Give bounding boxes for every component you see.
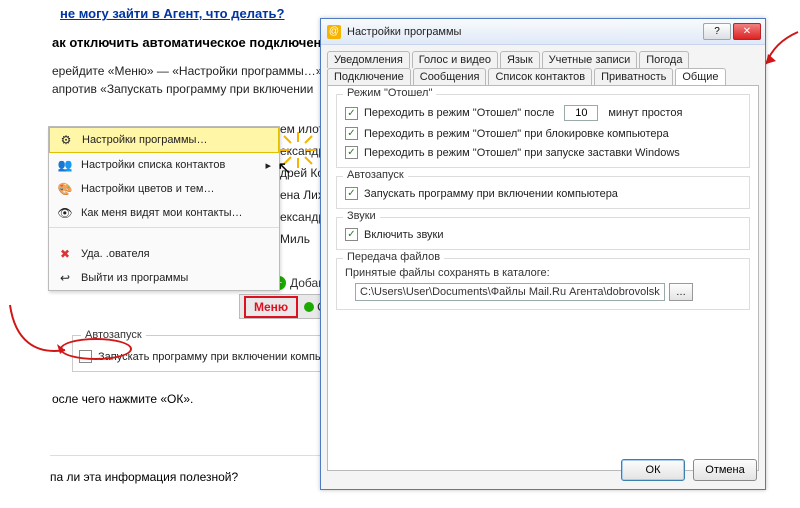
checkbox-label-suffix: минут простоя	[608, 107, 682, 119]
status-dot-icon	[304, 302, 314, 312]
menu-item-settings[interactable]: ⚙ Настройки программы…	[49, 127, 279, 153]
menu-item-label: Выйти из программы	[81, 272, 188, 284]
eye-icon: 👁	[57, 205, 73, 221]
annotation-arrow	[5, 300, 95, 370]
menu-item-exit[interactable]: ↩ Выйти из программы	[49, 266, 279, 290]
fieldset-title: Передача файлов	[343, 251, 444, 263]
cursor-icon: ↖	[277, 158, 292, 179]
checkbox-checked[interactable]: ✓	[345, 187, 358, 200]
tab-notifications[interactable]: Уведомления	[327, 51, 410, 68]
checkbox-checked[interactable]: ✓	[345, 107, 358, 120]
instruction-text: осле чего нажмите «ОК».	[52, 392, 193, 406]
fieldset-title: Автозапуск	[343, 169, 408, 181]
tab-privacy[interactable]: Приватность	[594, 68, 673, 85]
checkbox-label: Переходить в режим "Отошел" после	[364, 107, 554, 119]
dialog-titlebar[interactable]: @ Настройки программы ? ✕	[321, 19, 765, 45]
dialog-title: Настройки программы	[347, 26, 697, 38]
tab-weather[interactable]: Погода	[639, 51, 689, 68]
tab-messages[interactable]: Сообщения	[413, 68, 487, 85]
people-icon: 👥	[57, 157, 73, 173]
menu-item-label: Как меня видят мои контакты…	[81, 207, 243, 219]
tab-general[interactable]: Общие	[675, 68, 725, 85]
browse-button[interactable]: …	[669, 283, 693, 301]
tab-accounts[interactable]: Учетные записи	[542, 51, 638, 68]
annotation-arrow	[764, 30, 800, 70]
palette-icon: 🎨	[57, 181, 73, 197]
tab-panel-general: Режим "Отошел" ✓ Переходить в режим "Ото…	[327, 85, 759, 471]
checkbox-label: Переходить в режим "Отошел" при запуске …	[364, 147, 680, 159]
tab-language[interactable]: Язык	[500, 51, 540, 68]
fieldset-autorun: Автозапуск ✓ Запускать программу при вкл…	[336, 176, 750, 209]
delete-icon: ✖	[57, 246, 73, 262]
files-path-label: Принятые файлы сохранять в каталоге:	[345, 267, 741, 279]
files-path-input[interactable]	[355, 283, 665, 301]
tab-connection[interactable]: Подключение	[327, 68, 411, 85]
checkbox-label: Запускать программу при включении компь	[98, 351, 321, 363]
checkbox-label: Включить звуки	[364, 229, 444, 241]
submenu-arrow-icon: ▸	[265, 159, 271, 172]
context-menu: ⚙ Настройки программы… 👥 Настройки списк…	[48, 126, 280, 291]
menu-item-label: Настройки цветов и тем…	[81, 183, 215, 195]
tab-contacts[interactable]: Список контактов	[488, 68, 592, 85]
menu-item-contactlist-settings[interactable]: 👥 Настройки списка контактов ▸	[49, 153, 279, 177]
help-button[interactable]: ?	[703, 23, 731, 40]
away-minutes-input[interactable]	[564, 105, 598, 121]
app-icon: @	[327, 25, 341, 39]
checkbox-checked[interactable]: ✓	[345, 228, 358, 241]
close-button[interactable]: ✕	[733, 23, 761, 40]
menu-item-label: Настройки программы…	[82, 134, 207, 146]
tab-voice-video[interactable]: Голос и видео	[412, 51, 498, 68]
checkbox-checked[interactable]: ✓	[345, 146, 358, 159]
menu-item-label: Уда. .ователя	[81, 248, 150, 260]
menu-item-label: Настройки списка контактов	[81, 159, 257, 171]
menu-item-delete-user[interactable]: ✖ Уда. .ователя	[49, 242, 279, 266]
ok-button[interactable]: ОК	[621, 459, 685, 481]
cancel-button[interactable]: Отмена	[693, 459, 757, 481]
gear-icon: ⚙	[58, 132, 74, 148]
menu-item-theme-settings[interactable]: 🎨 Настройки цветов и тем…	[49, 177, 279, 201]
dialog-button-row: ОК Отмена	[621, 459, 757, 481]
checkbox-checked[interactable]: ✓	[345, 127, 358, 140]
fieldset-title: Звуки	[343, 210, 380, 222]
fieldset-sounds: Звуки ✓ Включить звуки	[336, 217, 750, 250]
fieldset-files: Передача файлов Принятые файлы сохранять…	[336, 258, 750, 310]
tab-strip: Уведомления Голос и видео Язык Учетные з…	[321, 45, 765, 85]
menu-button[interactable]: Меню	[244, 296, 298, 318]
fieldset-title: Режим "Отошел"	[343, 87, 436, 99]
settings-dialog: @ Настройки программы ? ✕ Уведомления Го…	[320, 18, 766, 490]
checkbox-label: Переходить в режим "Отошел" при блокиров…	[364, 128, 669, 140]
feedback-question: па ли эта информация полезной?	[50, 455, 360, 498]
menu-separator	[49, 227, 279, 228]
fieldset-away: Режим "Отошел" ✓ Переходить в режим "Ото…	[336, 94, 750, 168]
exit-icon: ↩	[57, 270, 73, 286]
menu-item-visibility[interactable]: 👁 Как меня видят мои контакты…	[49, 201, 279, 225]
checkbox-label: Запускать программу при включении компью…	[364, 188, 618, 200]
